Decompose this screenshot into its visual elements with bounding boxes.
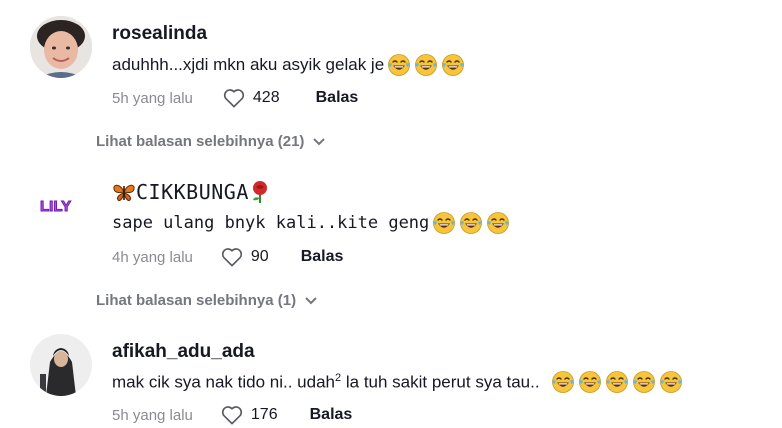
laughing-tears-emoji	[659, 371, 682, 393]
heart-outline-icon	[221, 248, 242, 267]
comment-text-part: la tuh sakit perut sya tau..	[341, 372, 540, 392]
laughing-tears-emoji	[388, 54, 411, 76]
like-count: 90	[250, 248, 269, 265]
comment-meta: 5h yang lalu 428 Balas	[112, 88, 358, 108]
timestamp: 4h yang lalu	[112, 248, 193, 266]
comment-text-part: mak cik sya nak tido ni.. udah	[112, 372, 336, 392]
avatar-text: LILY	[40, 198, 71, 215]
laughing-tears-emoji	[460, 212, 483, 234]
laughing-tears-emoji	[605, 371, 628, 393]
username[interactable]: rosealinda	[112, 23, 207, 45]
laughing-tears-emoji	[433, 212, 456, 234]
like-button[interactable]: 90	[221, 247, 269, 267]
comment-text: aduhhh...xjdi mkn aku asyik gelak je	[112, 53, 465, 77]
comment-meta: 5h yang lalu 176 Balas	[112, 405, 352, 425]
chevron-down-icon	[313, 137, 326, 145]
username-text: CIKKBUNGA	[136, 180, 249, 204]
username[interactable]: afikah_adu_ada	[112, 341, 255, 363]
timestamp: 5h yang lalu	[112, 89, 193, 107]
comment-text-content: aduhhh...xjdi mkn aku asyik gelak je	[112, 55, 385, 74]
like-count: 176	[250, 406, 278, 423]
laughing-tears-emoji	[632, 371, 655, 393]
heart-outline-icon	[223, 89, 244, 108]
comment-text: mak cik sya nak tido ni.. udah2 la tuh s…	[112, 370, 683, 394]
like-button[interactable]: 176	[221, 405, 278, 425]
laughing-tears-emoji	[487, 212, 510, 234]
avatar[interactable]	[30, 334, 92, 396]
reply-button[interactable]: Balas	[316, 89, 359, 107]
avatar[interactable]	[30, 16, 92, 78]
view-more-replies[interactable]: Lihat balasan selebihnya (1)	[96, 292, 318, 309]
laughing-tears-emoji	[415, 54, 438, 76]
reply-button[interactable]: Balas	[310, 406, 353, 424]
comment-text: sape ulang bnyk kali..kite geng	[112, 211, 510, 235]
view-more-label: Lihat balasan selebihnya (21)	[96, 133, 305, 150]
laughing-tears-emoji	[442, 54, 465, 76]
like-count: 428	[252, 89, 280, 106]
avatar[interactable]: LILY	[30, 174, 100, 236]
chevron-down-icon	[305, 296, 317, 304]
heart-outline-icon	[221, 406, 242, 425]
laughing-tears-emoji	[551, 371, 574, 393]
emoji-group	[429, 211, 510, 235]
reply-button[interactable]: Balas	[301, 248, 344, 266]
comment-meta: 4h yang lalu 90 Balas	[112, 247, 343, 267]
like-button[interactable]: 428	[223, 88, 280, 108]
view-more-replies[interactable]: Lihat balasan selebihnya (21)	[96, 133, 326, 150]
butterfly-icon	[113, 184, 135, 201]
comment-text-content: sape ulang bnyk kali..kite geng	[112, 213, 430, 233]
laughing-tears-emoji	[578, 371, 601, 393]
emoji-group	[548, 370, 683, 394]
view-more-label: Lihat balasan selebihnya (1)	[96, 292, 297, 309]
timestamp: 5h yang lalu	[112, 406, 193, 424]
username[interactable]: CIKKBUNGA	[112, 180, 271, 204]
rose-icon	[252, 181, 267, 203]
emoji-group	[384, 53, 465, 77]
comment-text-content: mak cik sya nak tido ni.. udah2 la tuh s…	[112, 372, 540, 393]
